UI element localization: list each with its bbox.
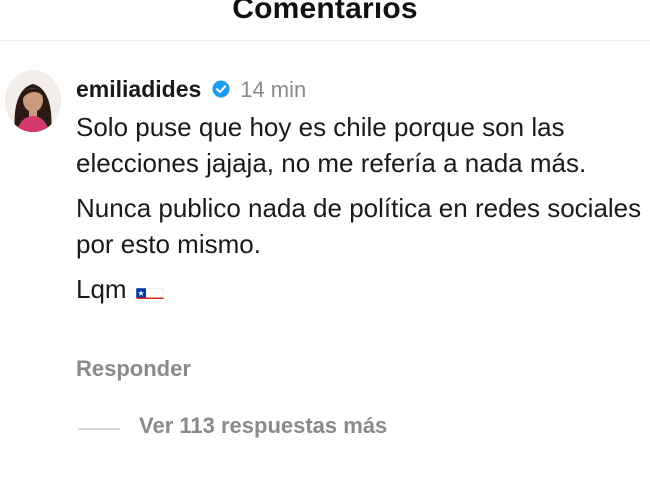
avatar-photo: [5, 70, 61, 132]
replies-divider: [78, 428, 120, 430]
comment-text-paragraph: Lqm: [76, 271, 650, 307]
avatar[interactable]: [5, 70, 61, 132]
comment-time: 14 min: [240, 77, 307, 102]
comment-text-paragraph: Nunca publico nada de política en redes …: [76, 193, 642, 259]
verified-badge-icon: [212, 79, 230, 98]
page-title: Comentarios: [232, 0, 418, 25]
view-more-replies-button[interactable]: Ver 113 respuestas más: [139, 413, 387, 439]
comments-header: Comentarios: [0, 0, 650, 41]
username[interactable]: emiliadides: [76, 76, 201, 102]
reply-button[interactable]: Responder: [76, 356, 191, 382]
comment: emiliadides 14 min Solo puse que hoy es …: [76, 74, 650, 307]
comment-text-paragraph: Solo puse que hoy es chile porque son la…: [76, 112, 587, 178]
chile-flag-icon: [135, 280, 164, 299]
comment-signoff: Lqm: [76, 274, 127, 304]
comment-meta: emiliadides 14 min: [76, 74, 650, 104]
